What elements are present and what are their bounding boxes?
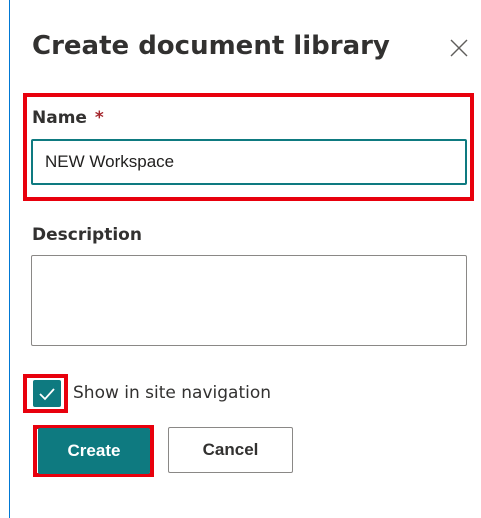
required-marker: * xyxy=(94,108,104,128)
name-input[interactable] xyxy=(31,139,467,185)
create-library-panel: Create document library Name * Descripti… xyxy=(0,0,481,518)
checkmark-icon xyxy=(39,387,55,400)
description-label: Description xyxy=(32,225,142,245)
name-label: Name * xyxy=(32,107,104,129)
panel-title: Create document library xyxy=(32,31,390,61)
show-in-navigation-checkbox[interactable] xyxy=(33,380,61,407)
show-in-navigation-label: Show in site navigation xyxy=(73,383,272,403)
panel-edge-divider xyxy=(9,0,10,518)
close-button[interactable] xyxy=(442,31,476,65)
create-button[interactable]: Create xyxy=(38,428,150,474)
close-icon xyxy=(450,39,468,57)
description-input[interactable] xyxy=(31,255,467,346)
name-label-text: Name xyxy=(32,108,87,128)
cancel-button[interactable]: Cancel xyxy=(168,427,293,473)
